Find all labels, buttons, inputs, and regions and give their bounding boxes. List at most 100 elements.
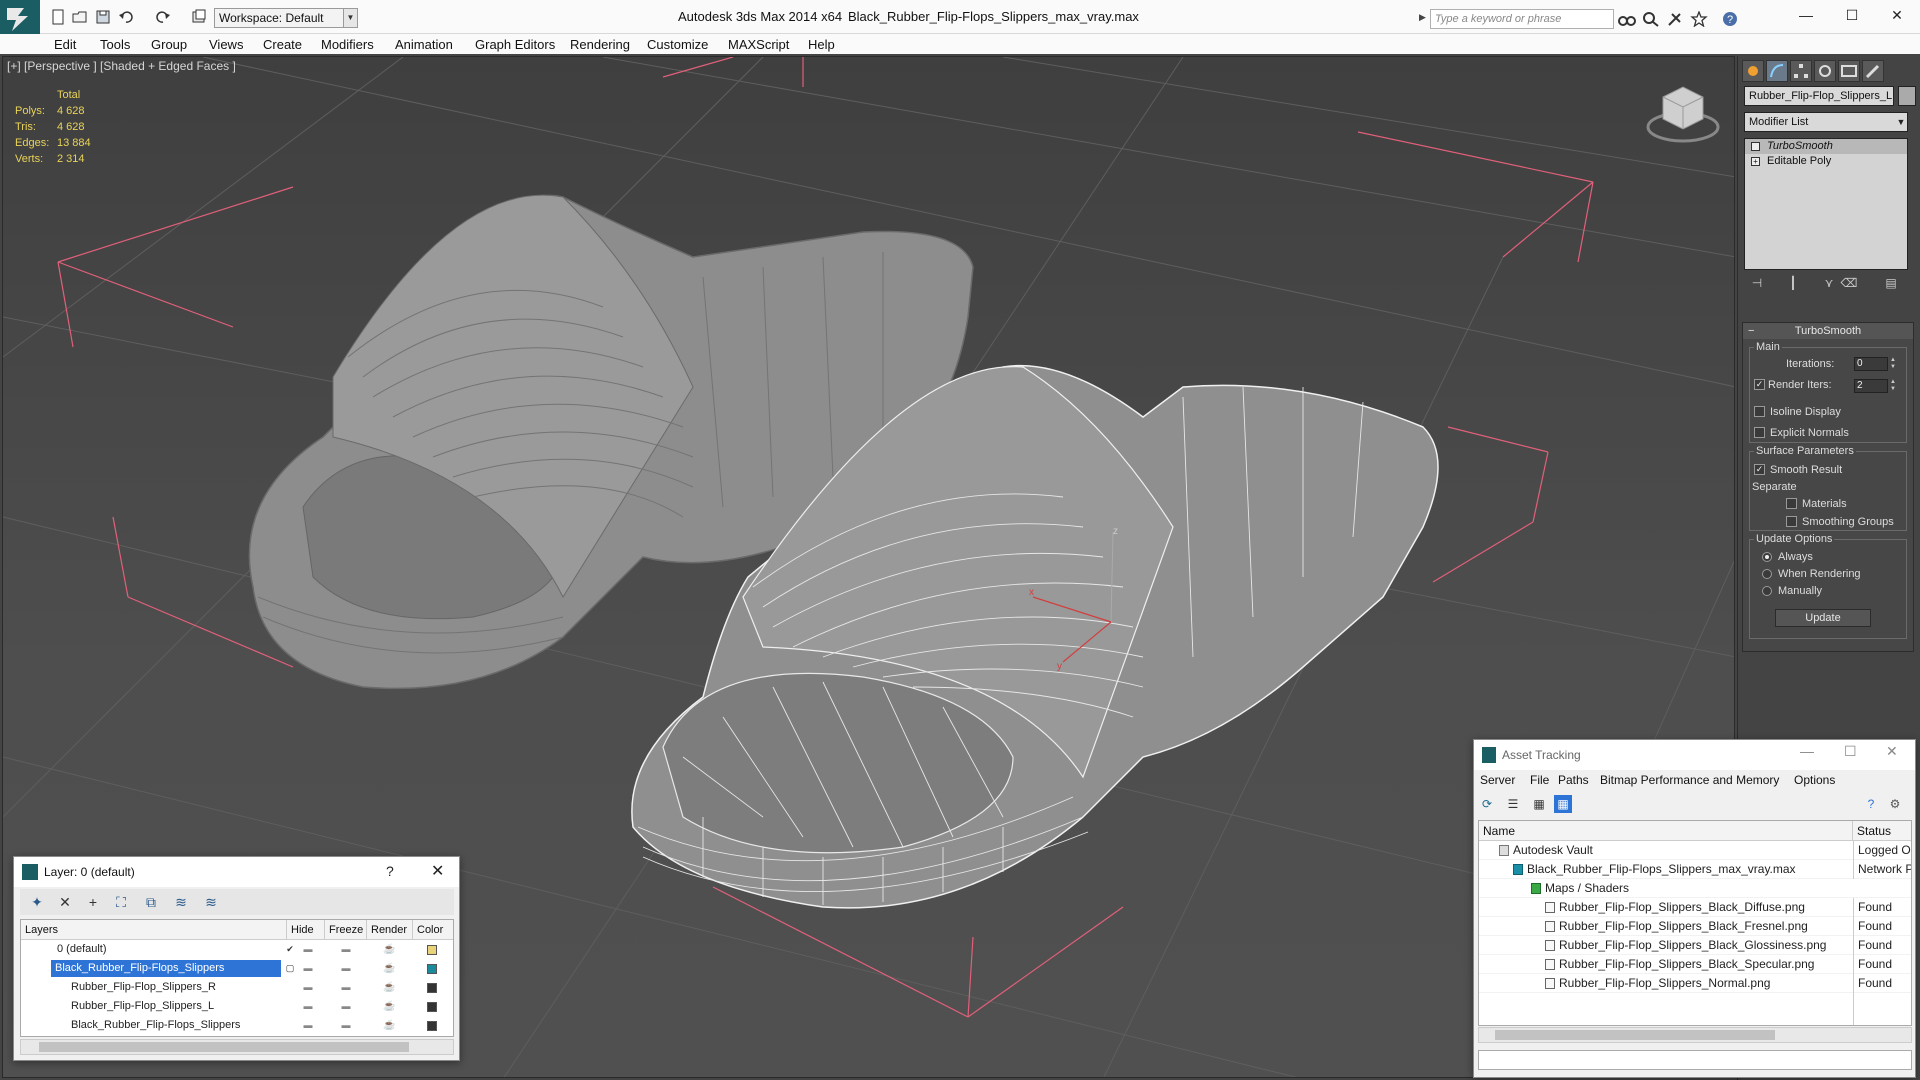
asset-row[interactable]: Rubber_Flip-Flop_Slippers_Black_Glossine…: [1479, 936, 1911, 955]
select-objects-icon[interactable]: ⛶: [112, 893, 130, 911]
horizontal-scrollbar[interactable]: [1478, 1027, 1912, 1043]
menu-group[interactable]: Group: [151, 37, 187, 52]
hide-toggle[interactable]: ▬: [301, 997, 315, 1016]
asset-tracking-titlebar[interactable]: Asset Tracking — ☐ ✕: [1474, 740, 1915, 770]
modifier-list-dropdown[interactable]: Modifier List: [1744, 112, 1908, 132]
object-color-swatch[interactable]: [1898, 86, 1916, 106]
when-rendering-radio[interactable]: [1762, 569, 1772, 579]
lightbulb-icon[interactable]: [1751, 142, 1760, 151]
refresh-icon[interactable]: ⟳: [1478, 795, 1496, 813]
column-header-render[interactable]: Render: [367, 920, 413, 940]
add-to-layer-icon[interactable]: +: [84, 893, 102, 911]
menu-graph-editors[interactable]: Graph Editors: [475, 37, 555, 52]
object-color-swatch[interactable]: [427, 1002, 437, 1012]
options-icon[interactable]: ⚙: [1886, 795, 1904, 813]
rollout-header[interactable]: − TurboSmooth: [1743, 323, 1913, 339]
update-button[interactable]: Update: [1775, 609, 1871, 627]
menu-paths[interactable]: Paths: [1558, 773, 1589, 787]
favorites-star-icon[interactable]: [1690, 10, 1708, 28]
project-folder-icon[interactable]: [191, 9, 207, 25]
render-teapot-icon[interactable]: ☕: [383, 959, 395, 978]
layer-name[interactable]: 0 (default): [57, 941, 113, 958]
render-teapot-icon[interactable]: ☕: [383, 997, 395, 1016]
menu-tools[interactable]: Tools: [100, 37, 130, 52]
freeze-toggle[interactable]: ▬: [339, 1016, 353, 1035]
open-file-icon[interactable]: [72, 9, 88, 25]
smoothing-groups-checkbox[interactable]: [1786, 516, 1797, 527]
asset-name[interactable]: Rubber_Flip-Flop_Slippers_Black_Specular…: [1559, 955, 1814, 974]
layer-row[interactable]: Black_Rubber_Flip-Flops_Slippers ▬ ▬ ☕: [21, 1016, 453, 1035]
close-icon[interactable]: ✕: [431, 861, 444, 881]
asset-name[interactable]: Autodesk Vault: [1513, 841, 1593, 860]
select-layer-icon[interactable]: ⧉: [142, 893, 160, 911]
layer-row[interactable]: Rubber_Flip-Flop_Slippers_L ▬ ▬ ☕: [21, 997, 453, 1016]
scrollbar-thumb[interactable]: [39, 1042, 409, 1052]
thumbnail-view-icon[interactable]: ▦: [1530, 795, 1548, 813]
menu-help[interactable]: Help: [808, 37, 835, 52]
help-icon[interactable]: ?: [1722, 11, 1740, 27]
undo-icon[interactable]: [118, 9, 134, 25]
stack-item-turbosmooth[interactable]: TurboSmooth: [1745, 139, 1907, 154]
column-header-freeze[interactable]: Freeze: [325, 920, 367, 940]
menu-modifiers[interactable]: Modifiers: [321, 37, 374, 52]
column-header-status[interactable]: Status: [1853, 821, 1911, 841]
modify-tab-icon[interactable]: [1766, 60, 1788, 82]
object-color-swatch[interactable]: [427, 1021, 437, 1031]
render-teapot-icon[interactable]: ☕: [383, 940, 395, 959]
asset-name[interactable]: Rubber_Flip-Flop_Slippers_Normal.png: [1559, 974, 1770, 993]
menu-animation[interactable]: Animation: [395, 37, 453, 52]
maximize-icon[interactable]: ☐: [1844, 743, 1857, 760]
asset-row[interactable]: Autodesk Vault Logged Ou: [1479, 841, 1911, 860]
stack-item-editable-poly[interactable]: + Editable Poly: [1745, 154, 1907, 169]
freeze-toggle[interactable]: ▬: [339, 997, 353, 1016]
explicit-normals-checkbox[interactable]: [1754, 427, 1765, 438]
render-iters-checkbox[interactable]: ✓: [1754, 379, 1765, 390]
layer-name[interactable]: Black_Rubber_Flip-Flops_Slippers: [51, 960, 281, 977]
menu-bitmap-performance[interactable]: Bitmap Performance and Memory: [1600, 773, 1779, 787]
asset-row[interactable]: Maps / Shaders: [1479, 879, 1911, 898]
layer-color-swatch[interactable]: [427, 964, 437, 974]
collapse-icon[interactable]: −: [1748, 323, 1754, 339]
menu-edit[interactable]: Edit: [54, 37, 76, 52]
menu-rendering[interactable]: Rendering: [570, 37, 630, 52]
render-iters-spinner[interactable]: 2: [1854, 379, 1888, 393]
iterations-spinner[interactable]: 0: [1854, 357, 1888, 371]
scrollbar-thumb[interactable]: [1495, 1030, 1775, 1040]
save-file-icon[interactable]: [95, 9, 111, 25]
current-layer-check-icon[interactable]: ✔: [283, 940, 297, 959]
asset-row[interactable]: Black_Rubber_Flip-Flops_Slippers_max_vra…: [1479, 860, 1911, 879]
asset-name[interactable]: Rubber_Flip-Flop_Slippers_Black_Fresnel.…: [1559, 917, 1808, 936]
subscription-icon[interactable]: [1642, 11, 1660, 27]
redo-icon[interactable]: [155, 9, 171, 25]
communication-icon[interactable]: [1666, 11, 1684, 27]
always-radio[interactable]: [1762, 552, 1772, 562]
new-file-icon[interactable]: [50, 9, 66, 25]
menu-options[interactable]: Options: [1794, 773, 1835, 787]
workspace-dropdown[interactable]: Workspace: Default: [214, 8, 344, 28]
binoculars-icon[interactable]: [1618, 11, 1636, 27]
search-toggle-icon[interactable]: ▶: [1419, 12, 1428, 26]
viewport-label[interactable]: [+] [Perspective ] [Shaded + Edged Faces…: [7, 59, 236, 73]
asset-path-field[interactable]: [1478, 1050, 1912, 1070]
close-icon[interactable]: ✕: [1886, 743, 1898, 760]
asset-row[interactable]: Rubber_Flip-Flop_Slippers_Normal.png Fou…: [1479, 974, 1911, 993]
freeze-toggle[interactable]: ▬: [339, 978, 353, 997]
object-name-field[interactable]: Rubber_Flip-Flop_Slippers_L: [1744, 86, 1894, 106]
column-header-layers[interactable]: Layers: [21, 920, 287, 940]
hide-toggle[interactable]: ▬: [301, 1016, 315, 1035]
render-teapot-icon[interactable]: ☕: [383, 978, 395, 997]
hide-unhide-all-icon[interactable]: ≋: [202, 893, 220, 911]
asset-name[interactable]: Maps / Shaders: [1545, 879, 1629, 898]
motion-tab-icon[interactable]: [1814, 60, 1836, 82]
help-icon[interactable]: ?: [1862, 795, 1880, 813]
remove-modifier-icon[interactable]: ⌫: [1840, 274, 1858, 292]
expand-plus-icon[interactable]: +: [1751, 157, 1760, 166]
close-window-icon[interactable]: ✕: [1874, 0, 1920, 30]
viewcube-icon[interactable]: [1646, 86, 1720, 143]
asset-row[interactable]: Rubber_Flip-Flop_Slippers_Black_Specular…: [1479, 955, 1911, 974]
object-name[interactable]: Rubber_Flip-Flop_Slippers_R: [71, 979, 222, 996]
asset-row[interactable]: Rubber_Flip-Flop_Slippers_Black_Diffuse.…: [1479, 898, 1911, 917]
utilities-tab-icon[interactable]: [1862, 60, 1884, 82]
menu-server[interactable]: Server: [1480, 773, 1515, 787]
pin-stack-icon[interactable]: ⊣: [1748, 274, 1766, 292]
